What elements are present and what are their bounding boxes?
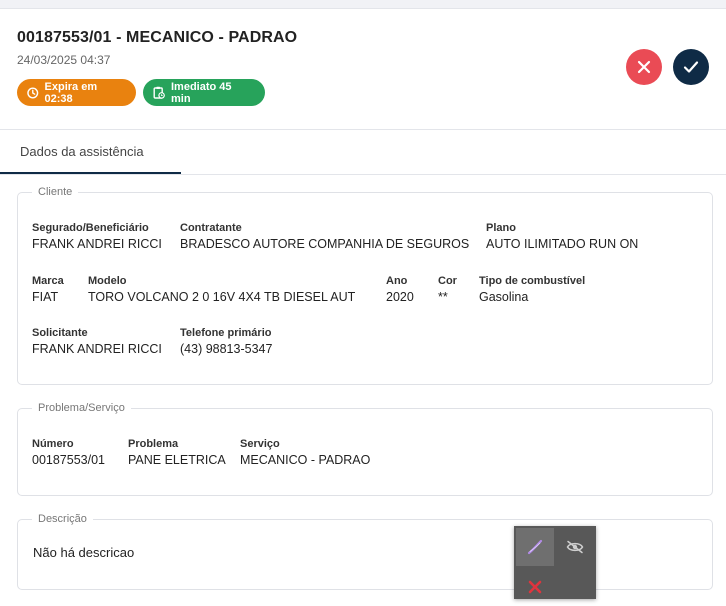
field-label: Serviço <box>240 438 280 450</box>
problem-service-section: Problema/Serviço Número 00187553/01 Prob… <box>17 402 713 496</box>
section-legend: Problema/Serviço <box>38 402 125 414</box>
field-value: FRANK ANDREI RICCI <box>32 342 162 356</box>
field-value: ** <box>438 290 448 304</box>
field-value: FIAT <box>32 290 59 304</box>
check-icon <box>683 61 699 73</box>
annotate-button[interactable] <box>516 528 554 566</box>
cor-field: Cor ** <box>438 275 457 304</box>
close-icon <box>528 580 542 594</box>
field-label: Número <box>32 438 74 450</box>
field-label: Plano <box>486 222 516 234</box>
floating-toolbar <box>514 526 596 599</box>
client-section: Cliente Segurado/Beneficiário FRANK ANDR… <box>17 186 713 385</box>
telefone-field: Telefone primário (43) 98813-5347 <box>180 327 272 356</box>
tab-label: Dados da assistência <box>20 144 144 159</box>
field-value: PANE ELETRICA <box>128 453 226 467</box>
ano-field: Ano 2020 <box>386 275 414 304</box>
field-label: Solicitante <box>32 327 88 339</box>
immediate-label: Imediato 45 min <box>170 80 232 105</box>
field-label: Segurado/Beneficiário <box>32 222 149 234</box>
numero-field: Número 00187553/01 <box>32 438 105 467</box>
field-value: 00187553/01 <box>32 453 105 467</box>
immediate-badge: Imediato 45 min <box>143 79 265 106</box>
accept-button[interactable] <box>673 49 709 85</box>
description-section: Descrição Não há descricao <box>17 513 713 590</box>
field-value: Gasolina <box>479 290 529 304</box>
servico-field: Serviço MECANICO - PADRAO <box>240 438 370 467</box>
field-value: MECANICO - PADRAO <box>240 453 371 467</box>
tab-bar: Dados da assistência <box>0 130 726 175</box>
top-strip <box>0 0 726 9</box>
field-label: Modelo <box>88 275 127 287</box>
expire-timer-label: Expira em 02:38 <box>44 80 98 105</box>
description-text: Não há descricao <box>33 545 135 560</box>
modelo-field: Modelo TORO VOLCANO 2 0 16V 4X4 TB DIESE… <box>88 275 355 304</box>
field-label: Telefone primário <box>180 327 272 339</box>
segurado-field: Segurado/Beneficiário FRANK ANDREI RICCI <box>32 222 162 251</box>
problema-field: Problema PANE ELETRICA <box>128 438 226 467</box>
combustivel-field: Tipo de combustível Gasolina <box>479 275 585 304</box>
field-value: BRADESCO AUTORE COMPANHIA DE SEGUROS <box>180 237 470 251</box>
field-value: AUTO ILIMITADO RUN ON <box>486 237 639 251</box>
request-date: 24/03/2025 04:37 <box>17 53 111 67</box>
field-label: Ano <box>386 275 408 287</box>
pen-icon <box>527 539 543 555</box>
clock-icon <box>27 86 39 99</box>
section-legend: Cliente <box>38 186 73 198</box>
plano-field: Plano AUTO ILIMITADO RUN ON <box>486 222 638 251</box>
field-label: Marca <box>32 275 64 287</box>
field-label: Problema <box>128 438 179 450</box>
field-value: TORO VOLCANO 2 0 16V 4X4 TB DIESEL AUT <box>88 290 356 304</box>
field-value: 2020 <box>386 290 414 304</box>
contratante-field: Contratante BRADESCO AUTORE COMPANHIA DE… <box>180 222 469 251</box>
hide-toggle-button[interactable] <box>556 528 594 566</box>
field-label: Contratante <box>180 222 242 234</box>
close-icon <box>637 60 651 74</box>
close-toolbar-button[interactable] <box>516 568 554 606</box>
clipboard-clock-icon <box>153 86 165 99</box>
marca-field: Marca FIAT <box>32 275 64 304</box>
field-label: Tipo de combustível <box>479 275 586 287</box>
section-legend: Descrição <box>38 513 87 525</box>
field-value: FRANK ANDREI RICCI <box>32 237 162 251</box>
solicitante-field: Solicitante FRANK ANDREI RICCI <box>32 327 162 356</box>
page-header: 00187553/01 - MECANICO - PADRAO 24/03/20… <box>0 9 726 130</box>
expire-timer-badge: Expira em 02:38 <box>17 79 136 106</box>
reject-button[interactable] <box>626 49 662 85</box>
field-value[interactable]: (43) 98813-5347 <box>180 342 272 356</box>
tab-dados-assistencia[interactable]: Dados da assistência <box>0 130 181 174</box>
field-label: Cor <box>438 275 457 287</box>
eye-off-icon <box>566 540 584 554</box>
page-title: 00187553/01 - MECANICO - PADRAO <box>17 29 298 46</box>
